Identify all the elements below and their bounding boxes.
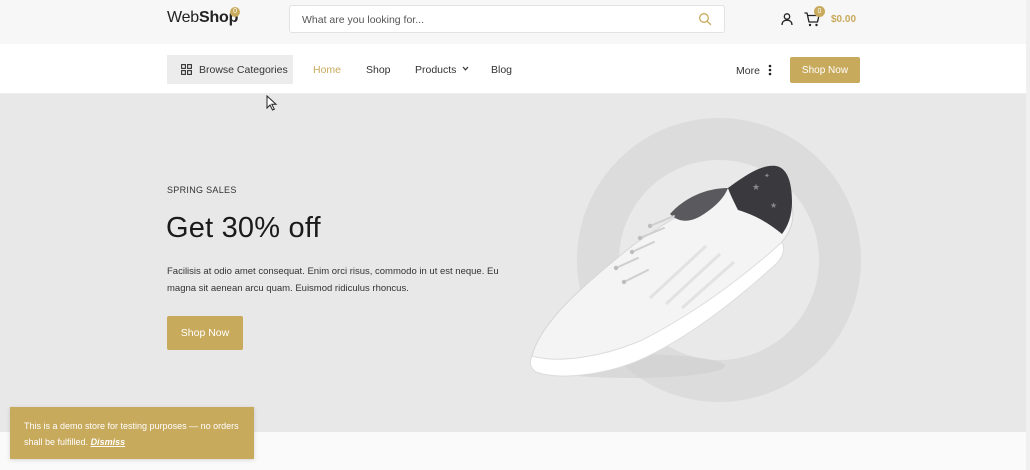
- hero-eyebrow: SPRING SALES: [167, 185, 237, 195]
- cart-total[interactable]: $0.00: [831, 14, 856, 25]
- hero-sneaker-image: ★ ★ ✦: [529, 118, 861, 402]
- nav-link-home[interactable]: Home: [313, 64, 341, 76]
- search-input[interactable]: [302, 12, 682, 28]
- svg-text:★: ★: [770, 201, 777, 210]
- dismiss-link[interactable]: Dismiss: [91, 437, 126, 447]
- hero-description: Facilisis at odio amet consequat. Enim o…: [167, 266, 499, 294]
- logo-text-light: Web: [167, 9, 200, 26]
- logo[interactable]: WebShop 0: [167, 7, 240, 27]
- hero-banner: SPRING SALES Get 30% off Facilisis at od…: [0, 94, 1030, 432]
- nav-link-blog[interactable]: Blog: [491, 64, 512, 76]
- browse-categories-label: Browse Categories: [199, 63, 288, 76]
- search-icon[interactable]: [698, 12, 712, 26]
- hero-headline: Get 30% off: [166, 212, 321, 244]
- nav-link-shop[interactable]: Shop: [366, 64, 391, 76]
- top-bar: WebShop 0 0 $0.00: [0, 0, 1030, 44]
- demo-notice-text: This is a demo store for testing purpose…: [24, 421, 239, 447]
- search-bar: [289, 5, 725, 33]
- kebab-menu-icon[interactable]: [768, 64, 772, 76]
- main-nav: Browse Categories Home Shop Products Blo…: [0, 44, 1030, 94]
- hero-shop-now-button[interactable]: Shop Now: [167, 316, 243, 350]
- svg-text:✦: ✦: [764, 172, 770, 180]
- chevron-down-icon: [462, 66, 469, 71]
- grid-icon: [181, 64, 192, 75]
- mouse-cursor-icon: [266, 95, 278, 111]
- demo-store-notice: This is a demo store for testing purpose…: [10, 407, 254, 459]
- nav-link-products-label: Products: [415, 64, 457, 76]
- user-icon[interactable]: [780, 12, 794, 26]
- svg-text:★: ★: [752, 183, 760, 193]
- cart-count-badge: 0: [814, 6, 825, 17]
- nav-link-products[interactable]: Products: [415, 64, 469, 76]
- page: WebShop 0 0 $0.00: [0, 0, 1030, 470]
- more-menu-label[interactable]: More: [736, 65, 760, 77]
- window-scrollbar[interactable]: [1026, 0, 1030, 470]
- browse-categories-button[interactable]: Browse Categories: [167, 55, 293, 84]
- header-shop-now-button[interactable]: Shop Now: [790, 57, 860, 83]
- logo-badge: 0: [230, 7, 240, 17]
